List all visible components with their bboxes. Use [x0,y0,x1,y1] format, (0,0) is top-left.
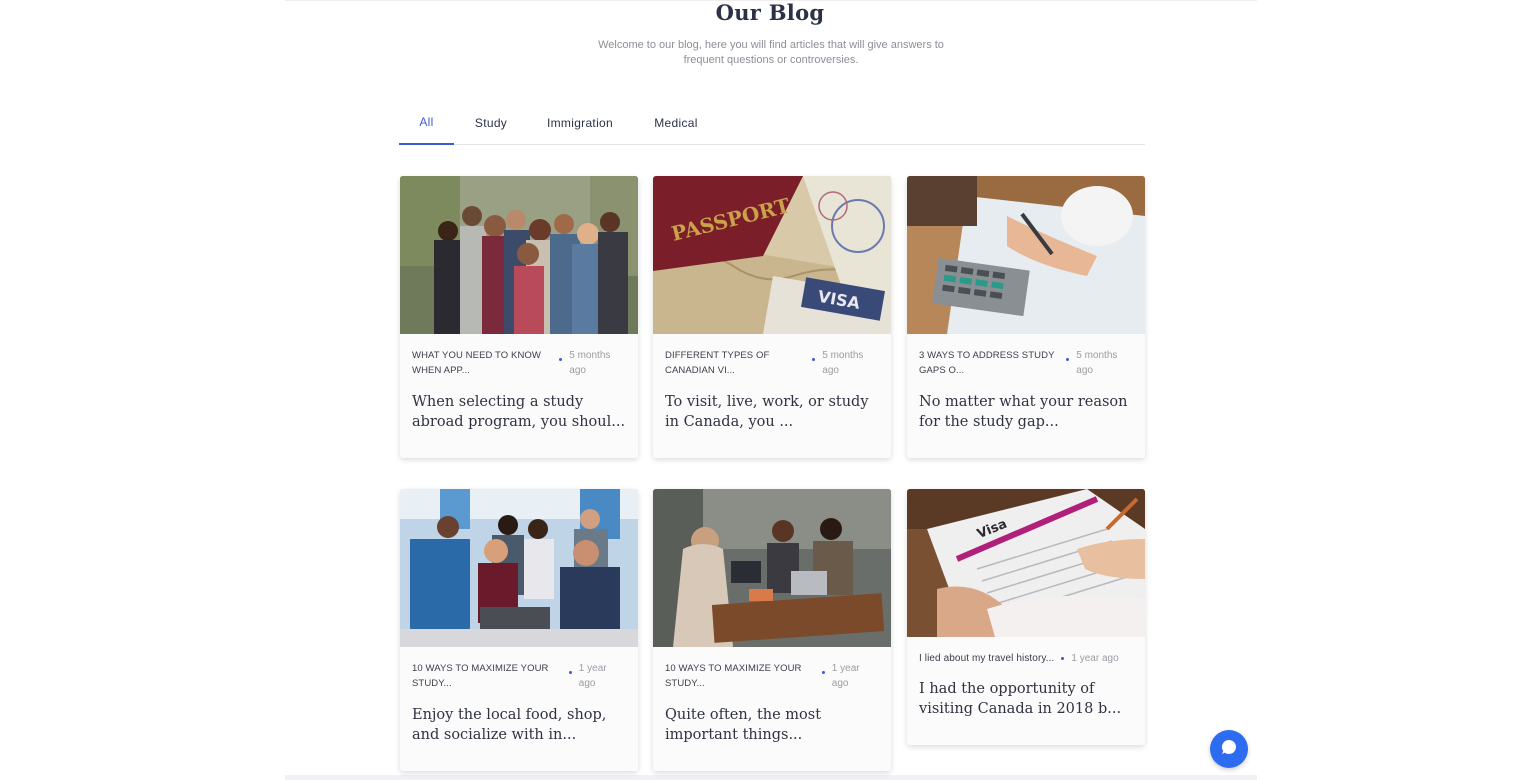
tab-medical[interactable]: Medical [645,100,707,145]
post-category: 10 WAYS TO MAXIMIZE YOUR STUDY... [665,663,802,689]
page-bottom-rule [285,775,1257,780]
post-excerpt: Quite often, the most important things..… [665,707,822,743]
page-title: Our Blog [715,0,825,25]
post-image-cafe-meeting [653,489,891,647]
blog-card[interactable]: 3 WAYS TO ADDRESS STUDY GAPS O... 5 mont… [907,176,1145,458]
post-image-visa-application: Visa [907,489,1145,637]
post-image-passport-visa: PASSPORT VISA [653,176,891,334]
post-excerpt: Enjoy the local food, shop, and socializ… [412,707,607,743]
chat-bubble-icon [1220,738,1238,761]
post-category: DIFFERENT TYPES OF CANADIAN VI... [665,350,770,376]
meta-separator-dot [568,671,572,674]
blog-card[interactable]: Visa I lied about my travel history... 1… [907,489,1145,745]
post-time: 1 year ago [831,663,860,689]
blog-card[interactable]: PASSPORT VISA DIFFERENT TYPES OF CANADIA… [653,176,891,458]
post-excerpt: When selecting a study abroad program, y… [412,394,626,430]
post-excerpt: No matter what your reason for the study… [919,394,1128,430]
post-time: 5 months ago [1076,350,1118,376]
post-time: 1 year ago [1071,652,1119,664]
blog-card[interactable]: 10 WAYS TO MAXIMIZE YOUR STUDY... 1 year… [653,489,891,771]
post-meta: WHAT YOU NEED TO KNOW WHEN APP... 5 mont… [400,334,638,386]
blog-card[interactable]: WHAT YOU NEED TO KNOW WHEN APP... 5 mont… [400,176,638,458]
post-category: 3 WAYS TO ADDRESS STUDY GAPS O... [919,350,1055,376]
post-time: 1 year ago [578,663,607,689]
post-meta: 10 WAYS TO MAXIMIZE YOUR STUDY... 1 year… [653,647,891,699]
blog-card[interactable]: 10 WAYS TO MAXIMIZE YOUR STUDY... 1 year… [400,489,638,771]
meta-separator-dot [812,358,816,361]
post-time: 5 months ago [569,350,611,376]
post-meta: I lied about my travel history... 1 year… [907,637,1145,679]
post-category: I lied about my travel history... [919,652,1055,664]
chat-button[interactable] [1210,730,1248,768]
post-category: 10 WAYS TO MAXIMIZE YOUR STUDY... [412,663,549,689]
post-meta: 10 WAYS TO MAXIMIZE YOUR STUDY... 1 year… [400,647,638,699]
post-excerpt: I had the opportunity of visiting Canada… [919,681,1122,717]
post-excerpt: To visit, live, work, or study in Canada… [665,394,869,430]
category-tabs: All Study Immigration Medical [399,100,1145,145]
page-subtitle: Welcome to our blog, here you will find … [598,39,944,66]
post-meta: 3 WAYS TO ADDRESS STUDY GAPS O... 5 mont… [907,334,1145,386]
post-category: WHAT YOU NEED TO KNOW WHEN APP... [412,350,541,376]
post-image-calculator-piggybank [907,176,1145,334]
tab-immigration[interactable]: Immigration [539,100,621,145]
tab-study[interactable]: Study [465,100,517,145]
meta-separator-dot [1066,358,1070,361]
post-meta: DIFFERENT TYPES OF CANADIAN VI... 5 mont… [653,334,891,386]
meta-separator-dot [1061,656,1065,660]
post-image-team-laptop [400,489,638,647]
tab-all[interactable]: All [399,100,454,145]
post-time: 5 months ago [822,350,864,376]
meta-separator-dot [821,671,825,674]
post-image-students-group [400,176,638,334]
meta-separator-dot [559,358,563,361]
